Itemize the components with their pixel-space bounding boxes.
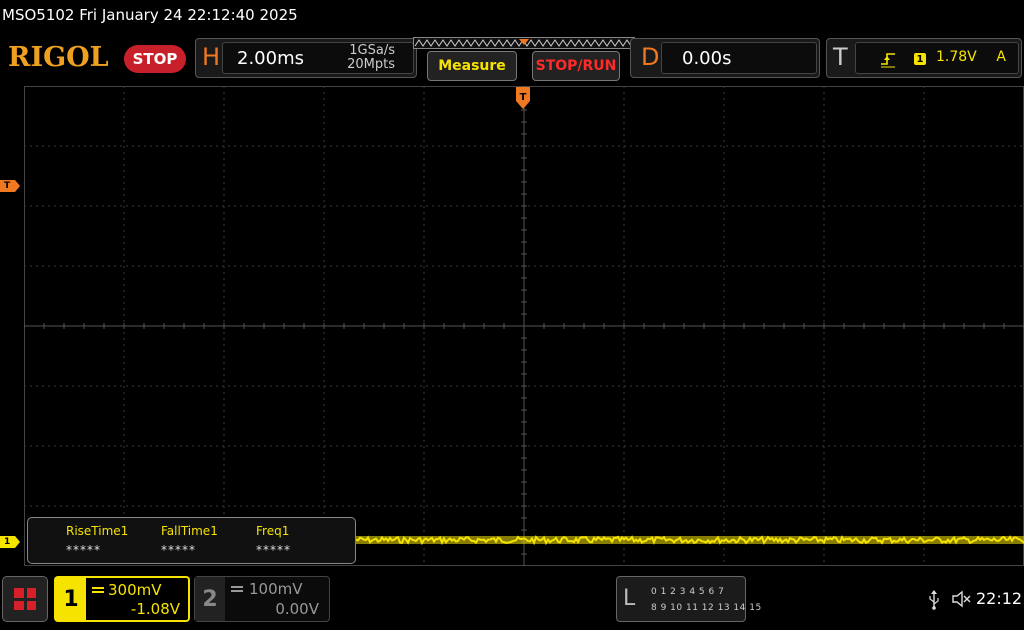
- logic-channels-row-1: 0 1 2 3 4 5 6 7: [651, 587, 725, 597]
- stop-run-button[interactable]: STOP/RUN: [532, 51, 620, 81]
- status-clock: 22:12: [976, 589, 1023, 608]
- title-line: MSO5102 Fri January 24 22:12:40 2025: [2, 6, 298, 24]
- trigger-source-badge: 1: [914, 53, 926, 65]
- measurement-item[interactable]: Freq1 *****: [256, 524, 351, 557]
- logic-analyzer-panel[interactable]: L 0 1 2 3 4 5 6 7 8 9 10 11 12 13 14 15: [616, 576, 761, 622]
- measure-button[interactable]: Measure: [427, 51, 517, 81]
- rising-edge-icon: [881, 53, 895, 68]
- timebase-value: 2.00ms: [237, 48, 304, 69]
- measurement-label: RiseTime1: [66, 524, 129, 538]
- dc-coupling-icon: [92, 587, 104, 593]
- menu-grid-icon: [14, 588, 36, 610]
- channel-2-scale: 100mV: [249, 580, 303, 598]
- trigger-position-label: T: [520, 92, 527, 103]
- acquisition-info: 1GSa/s 20Mpts: [347, 44, 395, 72]
- memory-position-bar: [413, 37, 635, 49]
- measurement-value: *****: [256, 543, 291, 557]
- measurement-panel[interactable]: RiseTime1 ***** FallTime1 ***** Freq1 **…: [27, 517, 356, 564]
- trigger-panel[interactable]: T 1 1.78V A: [826, 38, 1022, 78]
- logic-letter: L: [623, 586, 636, 611]
- measurement-item[interactable]: FallTime1 *****: [161, 524, 256, 557]
- mute-speaker-icon[interactable]: [951, 590, 971, 608]
- horizontal-letter: H: [202, 43, 221, 71]
- channel-1-panel[interactable]: 1 300mV -1.08V: [54, 576, 190, 622]
- delay-letter: D: [641, 43, 660, 71]
- trigger-mode: A: [996, 49, 1006, 65]
- channel-1-number: 1: [56, 578, 86, 620]
- usb-icon: [929, 590, 939, 610]
- channel-1-scale: 300mV: [108, 581, 162, 599]
- measurement-value: *****: [66, 543, 101, 557]
- measurement-item[interactable]: RiseTime1 *****: [66, 524, 161, 557]
- delay-display[interactable]: 0.00s: [661, 42, 817, 74]
- memory-depth: 20Mpts: [347, 57, 395, 72]
- ch1-trace: [355, 535, 1024, 546]
- waveform-grid[interactable]: [24, 86, 1024, 566]
- delay-value: 0.00s: [682, 48, 732, 69]
- run-state-badge[interactable]: STOP: [124, 45, 186, 73]
- trigger-display[interactable]: 1 1.78V A: [855, 42, 1019, 74]
- bottom-bar: 1 300mV -1.08V 2 100mV 0.00V: [0, 570, 1024, 630]
- delay-panel[interactable]: D 0.00s: [630, 38, 820, 78]
- measurement-label: FallTime1: [161, 524, 218, 538]
- rigol-logo: RIGOL: [8, 42, 109, 73]
- dc-coupling-icon: [231, 586, 243, 592]
- logic-channels-row-2: 8 9 10 11 12 13 14 15: [651, 603, 762, 613]
- channel-2-panel[interactable]: 2 100mV 0.00V: [194, 576, 330, 622]
- main-menu-button[interactable]: [2, 576, 48, 622]
- trigger-level-marker[interactable]: T: [0, 180, 20, 192]
- trigger-letter: T: [833, 43, 848, 71]
- trigger-position-marker[interactable]: T: [516, 87, 530, 109]
- ch1-ground-marker[interactable]: 1: [0, 536, 20, 548]
- channel-2-number: 2: [195, 577, 225, 621]
- horizontal-panel[interactable]: H 2.00ms 1GSa/s 20Mpts: [195, 38, 417, 78]
- channel-1-offset: -1.08V: [130, 600, 180, 618]
- sample-rate: 1GSa/s: [349, 43, 395, 58]
- timebase-display[interactable]: 2.00ms 1GSa/s 20Mpts: [222, 42, 414, 74]
- channel-2-offset: 0.00V: [275, 600, 319, 618]
- measurement-value: *****: [161, 543, 196, 557]
- measurement-label: Freq1: [256, 524, 290, 538]
- trigger-level: 1.78V: [936, 49, 977, 65]
